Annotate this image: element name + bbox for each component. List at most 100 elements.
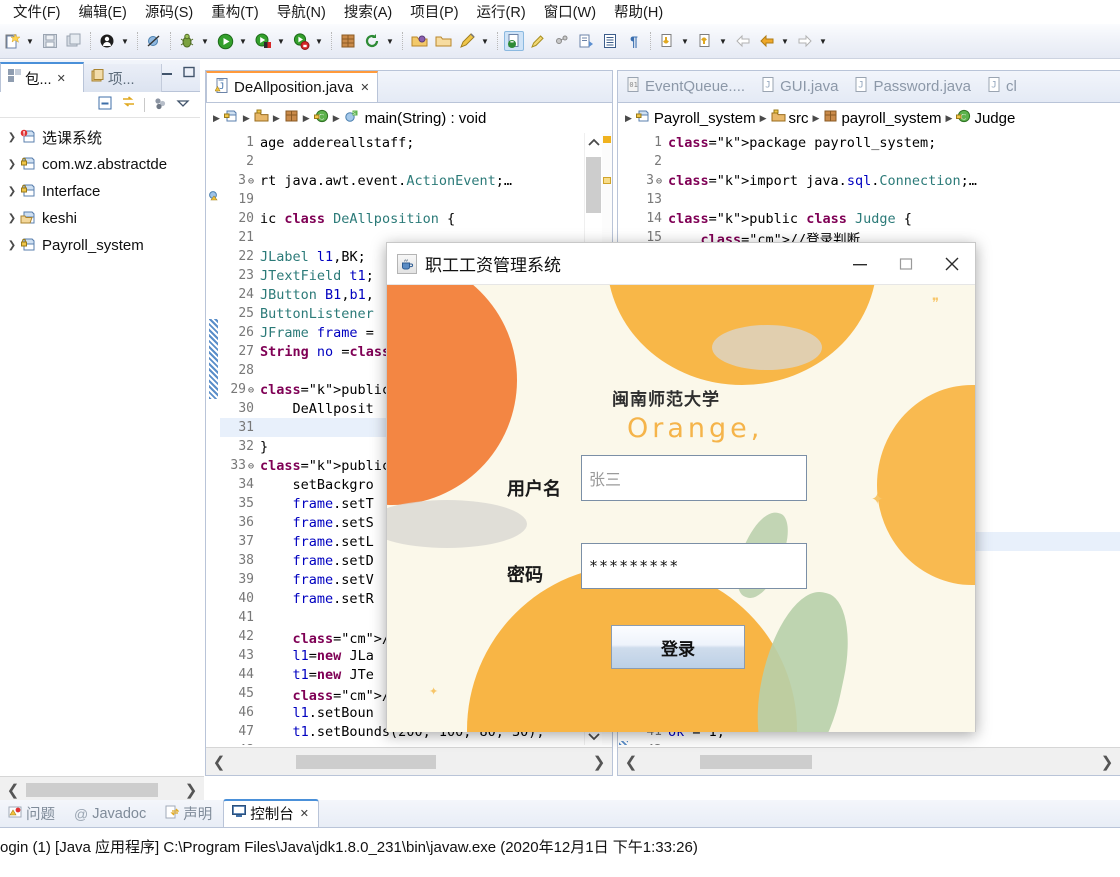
code-line[interactable]: 48 xyxy=(220,741,584,745)
chevron-down-icon[interactable]: ▼ xyxy=(237,31,249,51)
editor-left-hscrollbar[interactable]: ❮ ❯ xyxy=(206,747,612,775)
breadcrumb-project-label[interactable]: Payroll_system xyxy=(654,110,756,127)
debug-icon[interactable] xyxy=(177,31,197,51)
chevron-down-icon[interactable]: ▼ xyxy=(717,31,729,51)
breadcrumb-method-label[interactable]: main(String) : void xyxy=(365,110,487,127)
scroll-right-button[interactable]: ❯ xyxy=(178,777,204,803)
login-dialog[interactable]: 职工工资管理系统 ❞ ✦ ✦ 闽南师范大学 Orange, 用户名 张三 密码 … xyxy=(386,242,976,732)
search-icon[interactable] xyxy=(504,31,524,51)
breadcrumb-src-label[interactable]: src xyxy=(789,110,809,127)
dialog-titlebar[interactable]: 职工工资管理系统 xyxy=(387,243,975,285)
scroll-right-button[interactable]: ❯ xyxy=(586,749,612,775)
close-icon[interactable]: ✕ xyxy=(57,72,66,85)
tab-deallposition-java[interactable]: J DeAllposition.java ✕ xyxy=(206,71,379,102)
scroll-thumb[interactable] xyxy=(26,782,158,797)
chevron-down-icon[interactable]: ▼ xyxy=(679,31,691,51)
menu-item-window[interactable]: 窗口(W) xyxy=(535,0,605,25)
chevron-down-icon[interactable]: ▼ xyxy=(275,31,287,51)
scroll-up-button[interactable] xyxy=(585,133,602,151)
forward-icon[interactable] xyxy=(757,31,777,51)
scroll-thumb[interactable] xyxy=(296,754,436,769)
chevron-right-icon[interactable]: ❯ xyxy=(4,159,20,170)
chevron-right-icon[interactable]: ▶ xyxy=(332,113,341,124)
close-icon[interactable]: ✕ xyxy=(360,81,369,94)
menu-item-navigate[interactable]: 导航(N) xyxy=(268,0,335,25)
run-icon[interactable] xyxy=(215,31,235,51)
password-input[interactable]: ********* xyxy=(581,543,807,589)
scroll-track[interactable] xyxy=(232,754,586,769)
link-with-editor-icon[interactable] xyxy=(121,95,136,114)
menu-item-search[interactable]: 搜索(A) xyxy=(335,0,401,25)
menu-item-refactor[interactable]: 重构(T) xyxy=(202,0,268,25)
scroll-left-button[interactable]: ❮ xyxy=(206,749,232,775)
skip-breakpoints-icon[interactable] xyxy=(144,31,164,51)
menu-item-file[interactable]: 文件(F) xyxy=(4,0,70,25)
record-icon[interactable] xyxy=(97,31,117,51)
open-type-icon[interactable] xyxy=(409,31,429,51)
chevron-right-icon[interactable]: ▶ xyxy=(212,113,221,124)
marker-icon[interactable] xyxy=(528,31,548,51)
tab-package-explorer[interactable]: 包... ✕ xyxy=(0,62,84,92)
export-icon[interactable] xyxy=(576,31,596,51)
tab-javadoc[interactable]: @ Javadoc xyxy=(66,801,155,827)
quickfix-icon[interactable] xyxy=(457,31,477,51)
tab-eventqueue[interactable]: 01 EventQueue.... xyxy=(618,71,753,102)
close-icon[interactable]: ✕ xyxy=(300,807,309,820)
scroll-right-button[interactable]: ❯ xyxy=(1094,749,1120,775)
chevron-right-icon[interactable]: ▶ xyxy=(302,113,311,124)
view-chevron-icon[interactable] xyxy=(176,96,190,113)
package-explorer-hscrollbar[interactable]: ❮ ❯ xyxy=(0,776,204,802)
chevron-down-icon[interactable]: ▼ xyxy=(817,31,829,51)
code-line[interactable]: 3class="k">import java.sql.Connection;… xyxy=(628,171,1120,190)
tree-item-keshi[interactable]: ❯ keshi xyxy=(0,205,200,232)
pilcrow-icon[interactable]: ¶ xyxy=(624,31,644,51)
username-input[interactable]: 张三 xyxy=(581,455,807,501)
chevron-down-icon[interactable]: ▼ xyxy=(384,31,396,51)
tab-problems[interactable]: 问题 xyxy=(0,801,64,827)
maximize-button[interactable] xyxy=(883,244,929,284)
tree-item-interface[interactable]: ❯ Interface xyxy=(0,178,200,205)
chevron-right-icon[interactable]: ▶ xyxy=(945,113,954,124)
scroll-thumb[interactable] xyxy=(700,754,812,769)
tab-gui-java[interactable]: J GUI.java xyxy=(753,71,846,102)
code-line[interactable]: 19 xyxy=(220,190,584,209)
breadcrumb-class-label[interactable]: Judge xyxy=(974,110,1015,127)
tab-declaration[interactable]: 声明 xyxy=(157,801,221,827)
tab-cl[interactable]: J cl xyxy=(979,71,1025,102)
code-line[interactable]: 20 ic class DeAllposition { xyxy=(220,209,584,228)
view-menu-icon[interactable] xyxy=(153,96,168,114)
menu-item-help[interactable]: 帮助(H) xyxy=(605,0,672,25)
chevron-down-icon[interactable]: ▼ xyxy=(24,31,36,51)
code-line[interactable]: 13 xyxy=(628,190,1120,209)
breadcrumb-package-label[interactable]: payroll_system xyxy=(841,110,941,127)
chevron-right-icon[interactable]: ▶ xyxy=(624,113,633,124)
chevron-right-icon[interactable]: ❯ xyxy=(4,213,20,224)
refresh-icon[interactable] xyxy=(362,31,382,51)
next-annotation-icon[interactable] xyxy=(657,31,677,51)
code-line[interactable]: 14 class="k">public class Judge { xyxy=(628,209,1120,228)
open-folder-icon[interactable] xyxy=(433,31,453,51)
back-icon[interactable] xyxy=(733,31,753,51)
chevron-right-icon[interactable]: ▶ xyxy=(272,113,281,124)
tab-project-explorer[interactable]: 项... xyxy=(84,64,162,92)
scroll-left-button[interactable]: ❮ xyxy=(618,749,644,775)
link-icon[interactable] xyxy=(552,31,572,51)
tree-item-payroll-system[interactable]: ❯ Payroll_system xyxy=(0,232,200,259)
tree-item-xuankexitong[interactable]: ❯ 选课系统 xyxy=(0,124,200,151)
menu-item-project[interactable]: 项目(P) xyxy=(401,0,467,25)
chevron-right-icon[interactable]: ▶ xyxy=(242,113,251,124)
chevron-right-icon[interactable]: ▶ xyxy=(812,113,821,124)
close-button[interactable] xyxy=(929,244,975,284)
new-wizard-icon[interactable] xyxy=(2,31,22,51)
code-line[interactable]: 3rt java.awt.event.ActionEvent;… xyxy=(220,171,584,190)
overview-warning-marker[interactable] xyxy=(603,136,611,143)
save-icon[interactable] xyxy=(40,31,60,51)
tab-password-java[interactable]: J Password.java xyxy=(846,71,979,102)
outline-icon[interactable] xyxy=(600,31,620,51)
menu-item-edit[interactable]: 编辑(E) xyxy=(70,0,136,25)
code-line[interactable]: 2 xyxy=(628,152,1120,171)
next-edit-icon[interactable] xyxy=(795,31,815,51)
scroll-left-button[interactable]: ❮ xyxy=(0,777,26,803)
editor-right-hscrollbar[interactable]: ❮ ❯ xyxy=(618,747,1120,775)
chevron-down-icon[interactable]: ▼ xyxy=(779,31,791,51)
